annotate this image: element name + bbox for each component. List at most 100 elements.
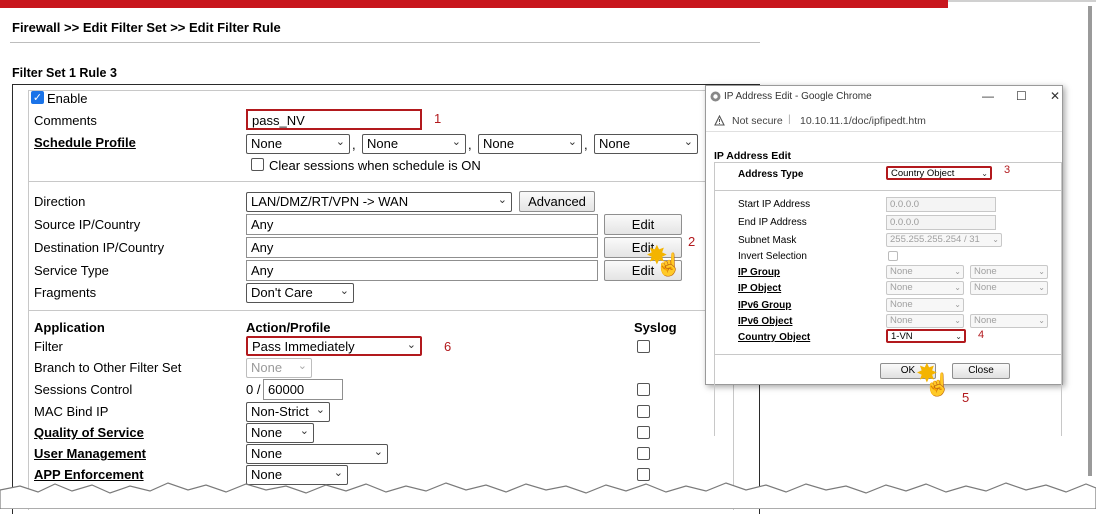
schedule-select-1-value: None: [251, 136, 283, 151]
source-label: Source IP/Country: [34, 217, 141, 232]
mac-bind-syslog-checkbox[interactable]: [637, 405, 650, 418]
chevron-down-icon: ⌄: [981, 169, 988, 178]
address-type-label: Address Type: [738, 169, 804, 180]
end-ip-input[interactable]: 0.0.0.0: [886, 215, 996, 230]
ip-object-select-1[interactable]: None ⌄: [886, 281, 964, 295]
comments-input[interactable]: pass_NV: [246, 109, 422, 130]
chevron-down-icon: ⌄: [683, 136, 693, 148]
invert-selection-checkbox[interactable]: [888, 251, 898, 261]
fragments-label: Fragments: [34, 285, 97, 300]
end-ip-label: End IP Address: [738, 217, 807, 228]
source-edit-button[interactable]: Edit: [604, 214, 682, 235]
sessions-syslog-checkbox[interactable]: [637, 383, 650, 396]
ipv6-group-select-value: None: [890, 299, 913, 310]
schedule-select-3-value: None: [483, 136, 515, 151]
start-ip-label: Start IP Address: [738, 199, 811, 210]
sessions-input[interactable]: 60000: [263, 379, 343, 400]
step-marker-2: 2: [688, 234, 696, 249]
service-type-input[interactable]: Any: [246, 260, 598, 281]
comments-label: Comments: [34, 113, 97, 128]
chevron-down-icon: ⌄: [954, 316, 961, 325]
sessions-prefix: 0 /: [246, 382, 261, 397]
torn-edge: [0, 482, 1096, 509]
action-profile-header: Action/Profile: [246, 320, 331, 335]
ip-group-select-1[interactable]: None ⌄: [886, 265, 964, 279]
user-management-syslog-checkbox[interactable]: [637, 447, 650, 460]
step-marker-1: 1: [434, 111, 442, 126]
destination-input[interactable]: Any: [246, 237, 598, 258]
enable-checkbox[interactable]: ✓: [31, 91, 44, 104]
application-header: Application: [34, 320, 105, 335]
ip-object-select-2-value: None: [974, 282, 997, 293]
section-divider: [28, 181, 734, 182]
mac-bind-label: MAC Bind IP: [34, 404, 109, 419]
chevron-down-icon: ⌄: [373, 446, 383, 458]
ip-group-select-2[interactable]: None ⌄: [970, 265, 1048, 279]
fragments-select[interactable]: Don't Care ⌄: [246, 283, 354, 303]
mac-bind-select[interactable]: Non-Strict ⌄: [246, 402, 330, 422]
comma-separator: ,: [352, 137, 356, 152]
ip-object-link[interactable]: IP Object: [738, 283, 781, 294]
country-object-select[interactable]: 1-VN ⌄: [886, 329, 966, 343]
schedule-select-2-value: None: [367, 136, 399, 151]
breadcrumb: Firewall >> Edit Filter Set >> Edit Filt…: [12, 20, 281, 35]
branch-select[interactable]: None ⌄: [246, 358, 312, 378]
ipv6-object-select-2[interactable]: None ⌄: [970, 314, 1048, 328]
qos-link[interactable]: Quality of Service: [34, 425, 144, 440]
branch-label: Branch to Other Filter Set: [34, 360, 182, 375]
ip-object-select-2[interactable]: None ⌄: [970, 281, 1048, 295]
step-marker-6: 6: [444, 339, 452, 354]
chevron-down-icon: ⌄: [1038, 267, 1045, 276]
clear-sessions-checkbox[interactable]: [251, 158, 264, 171]
pointer-hand-icon: ☝: [655, 252, 683, 277]
schedule-select-4[interactable]: None ⌄: [594, 134, 698, 154]
minimize-icon[interactable]: —: [982, 89, 994, 103]
qos-select[interactable]: None ⌄: [246, 423, 314, 443]
ip-group-link[interactable]: IP Group: [738, 267, 780, 278]
schedule-profile-link[interactable]: Schedule Profile: [34, 135, 136, 150]
chevron-down-icon: ⌄: [315, 404, 325, 416]
qos-syslog-checkbox[interactable]: [637, 426, 650, 439]
chevron-down-icon: ⌄: [567, 136, 577, 148]
ipv6-group-select[interactable]: None ⌄: [886, 298, 964, 312]
ipv6-object-select-2-value: None: [974, 315, 997, 326]
subnet-mask-select[interactable]: 255.255.255.254 / 31 ⌄: [886, 233, 1002, 247]
direction-select[interactable]: LAN/DMZ/RT/VPN -> WAN ⌄: [246, 192, 512, 212]
country-object-value: 1-VN: [891, 331, 913, 342]
maximize-icon[interactable]: ☐: [1016, 89, 1027, 103]
ip-group-select-1-value: None: [890, 266, 913, 277]
ipv6-group-link[interactable]: IPv6 Group: [738, 300, 791, 311]
filter-action-select[interactable]: Pass Immediately ⌄: [246, 336, 422, 356]
advanced-button[interactable]: Advanced: [519, 191, 595, 212]
direction-value: LAN/DMZ/RT/VPN -> WAN: [251, 194, 409, 209]
filter-syslog-checkbox[interactable]: [637, 340, 650, 353]
address-bar[interactable]: Not secure | 10.10.11.1/doc/ipfipedt.htm: [706, 110, 1062, 132]
comma-separator: ,: [468, 137, 472, 152]
form-divider: [714, 190, 1062, 191]
user-management-select[interactable]: None ⌄: [246, 444, 388, 464]
ipv6-object-link[interactable]: IPv6 Object: [738, 316, 792, 327]
service-type-label: Service Type: [34, 263, 109, 278]
popup-section-title: IP Address Edit: [714, 150, 792, 162]
user-management-link[interactable]: User Management: [34, 446, 146, 461]
chevron-down-icon: ⌄: [497, 194, 507, 206]
qos-value: None: [251, 425, 283, 440]
direction-label: Direction: [34, 194, 86, 209]
user-management-value: None: [251, 446, 283, 461]
step-marker-5: 5: [962, 390, 970, 405]
clear-sessions-label: Clear sessions when schedule is ON: [269, 158, 481, 173]
schedule-select-2[interactable]: None ⌄: [362, 134, 466, 154]
close-icon[interactable]: ✕: [1050, 89, 1060, 103]
ipv6-object-select-1[interactable]: None ⌄: [886, 314, 964, 328]
source-input[interactable]: Any: [246, 214, 598, 235]
form-divider: [714, 354, 1062, 355]
close-button[interactable]: Close: [952, 363, 1010, 379]
schedule-select-3[interactable]: None ⌄: [478, 134, 582, 154]
country-object-link[interactable]: Country Object: [738, 332, 810, 343]
schedule-select-1[interactable]: None ⌄: [246, 134, 350, 154]
chrome-icon: [710, 91, 721, 102]
chevron-down-icon: ⌄: [335, 136, 345, 148]
start-ip-input[interactable]: 0.0.0.0: [886, 197, 996, 212]
syslog-header: Syslog: [634, 320, 677, 335]
address-type-select[interactable]: Country Object ⌄: [886, 166, 992, 180]
